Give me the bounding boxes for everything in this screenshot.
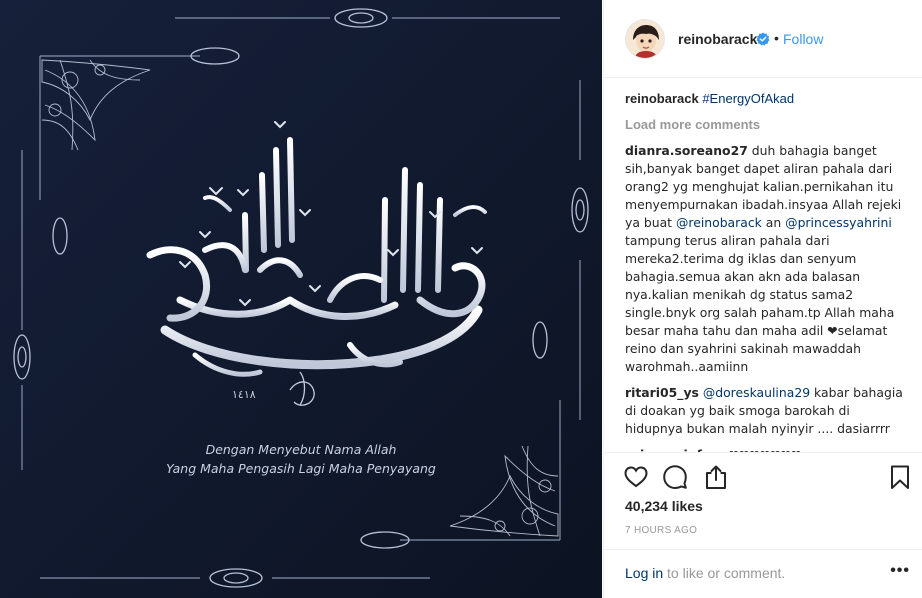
comment-mention[interactable]: @doreskaulina29	[703, 385, 810, 400]
comment-icon[interactable]	[662, 464, 688, 490]
header-username[interactable]: reinobarack	[678, 31, 757, 47]
bookmark-icon[interactable]	[887, 464, 913, 490]
calligraphy-artwork: ١٤١٨	[0, 0, 602, 598]
comment-item: dianra.soreano27 duh bahagia banget sih,…	[625, 142, 907, 376]
post-image[interactable]: ١٤١٨ Dengan Menyebut Nama Allah Yang Mah…	[0, 0, 602, 598]
follow-button[interactable]: Follow	[783, 31, 823, 47]
caption-username[interactable]: reinobarack	[625, 91, 699, 106]
comment-item: ritari05_ys @doreskaulina29 kabar bahagi…	[625, 384, 907, 438]
caption-hashtag[interactable]: #EnergyOfAkad	[702, 91, 794, 106]
post-caption: reinobarack #EnergyOfAkad	[625, 90, 907, 108]
comment-username[interactable]: dianra.soreano27	[625, 143, 748, 158]
login-prompt-text: to like or comment.	[663, 565, 786, 581]
verified-badge-icon	[756, 32, 770, 46]
image-caption: Dengan Menyebut Nama Allah Yang Maha Pen…	[0, 440, 602, 478]
comments-list[interactable]: reinobarack #EnergyOfAkad Load more comm…	[625, 90, 907, 452]
comment-text: an	[761, 215, 786, 230]
login-prompt: Log in to like or comment.	[625, 565, 785, 581]
more-options-button[interactable]: •••	[890, 562, 910, 580]
avatar[interactable]	[625, 19, 665, 59]
action-bar	[604, 452, 922, 502]
heart-icon[interactable]	[623, 464, 649, 490]
header-separator: •	[774, 30, 779, 46]
login-link[interactable]: Log in	[625, 565, 663, 581]
comment-mention[interactable]: @princessyahrini	[785, 215, 892, 230]
comment-username[interactable]: ritari05_ys	[625, 385, 699, 400]
comment-footer: Log in to like or comment. •••	[604, 549, 922, 598]
likes-count[interactable]: 40,234 likes	[625, 498, 703, 514]
image-caption-line-2: Yang Maha Pengasih Lagi Maha Penyayang	[166, 461, 436, 476]
comment-text: tampung terus aliran pahala dari mereka2…	[625, 233, 895, 374]
post-side-panel: reinobarack • Follow reinobarack #Energy…	[603, 0, 922, 598]
load-more-comments-button[interactable]: Load more comments	[625, 116, 907, 134]
share-icon[interactable]	[703, 464, 729, 490]
image-caption-line-1: Dengan Menyebut Nama Allah	[205, 442, 397, 457]
year-mark: ١٤١٨	[232, 388, 256, 401]
comment-mention[interactable]: @reinobarack	[676, 215, 762, 230]
avatar-icon	[626, 20, 664, 58]
post-header: reinobarack • Follow	[604, 0, 922, 78]
post-timestamp[interactable]: 7 HOURS AGO	[625, 525, 697, 536]
